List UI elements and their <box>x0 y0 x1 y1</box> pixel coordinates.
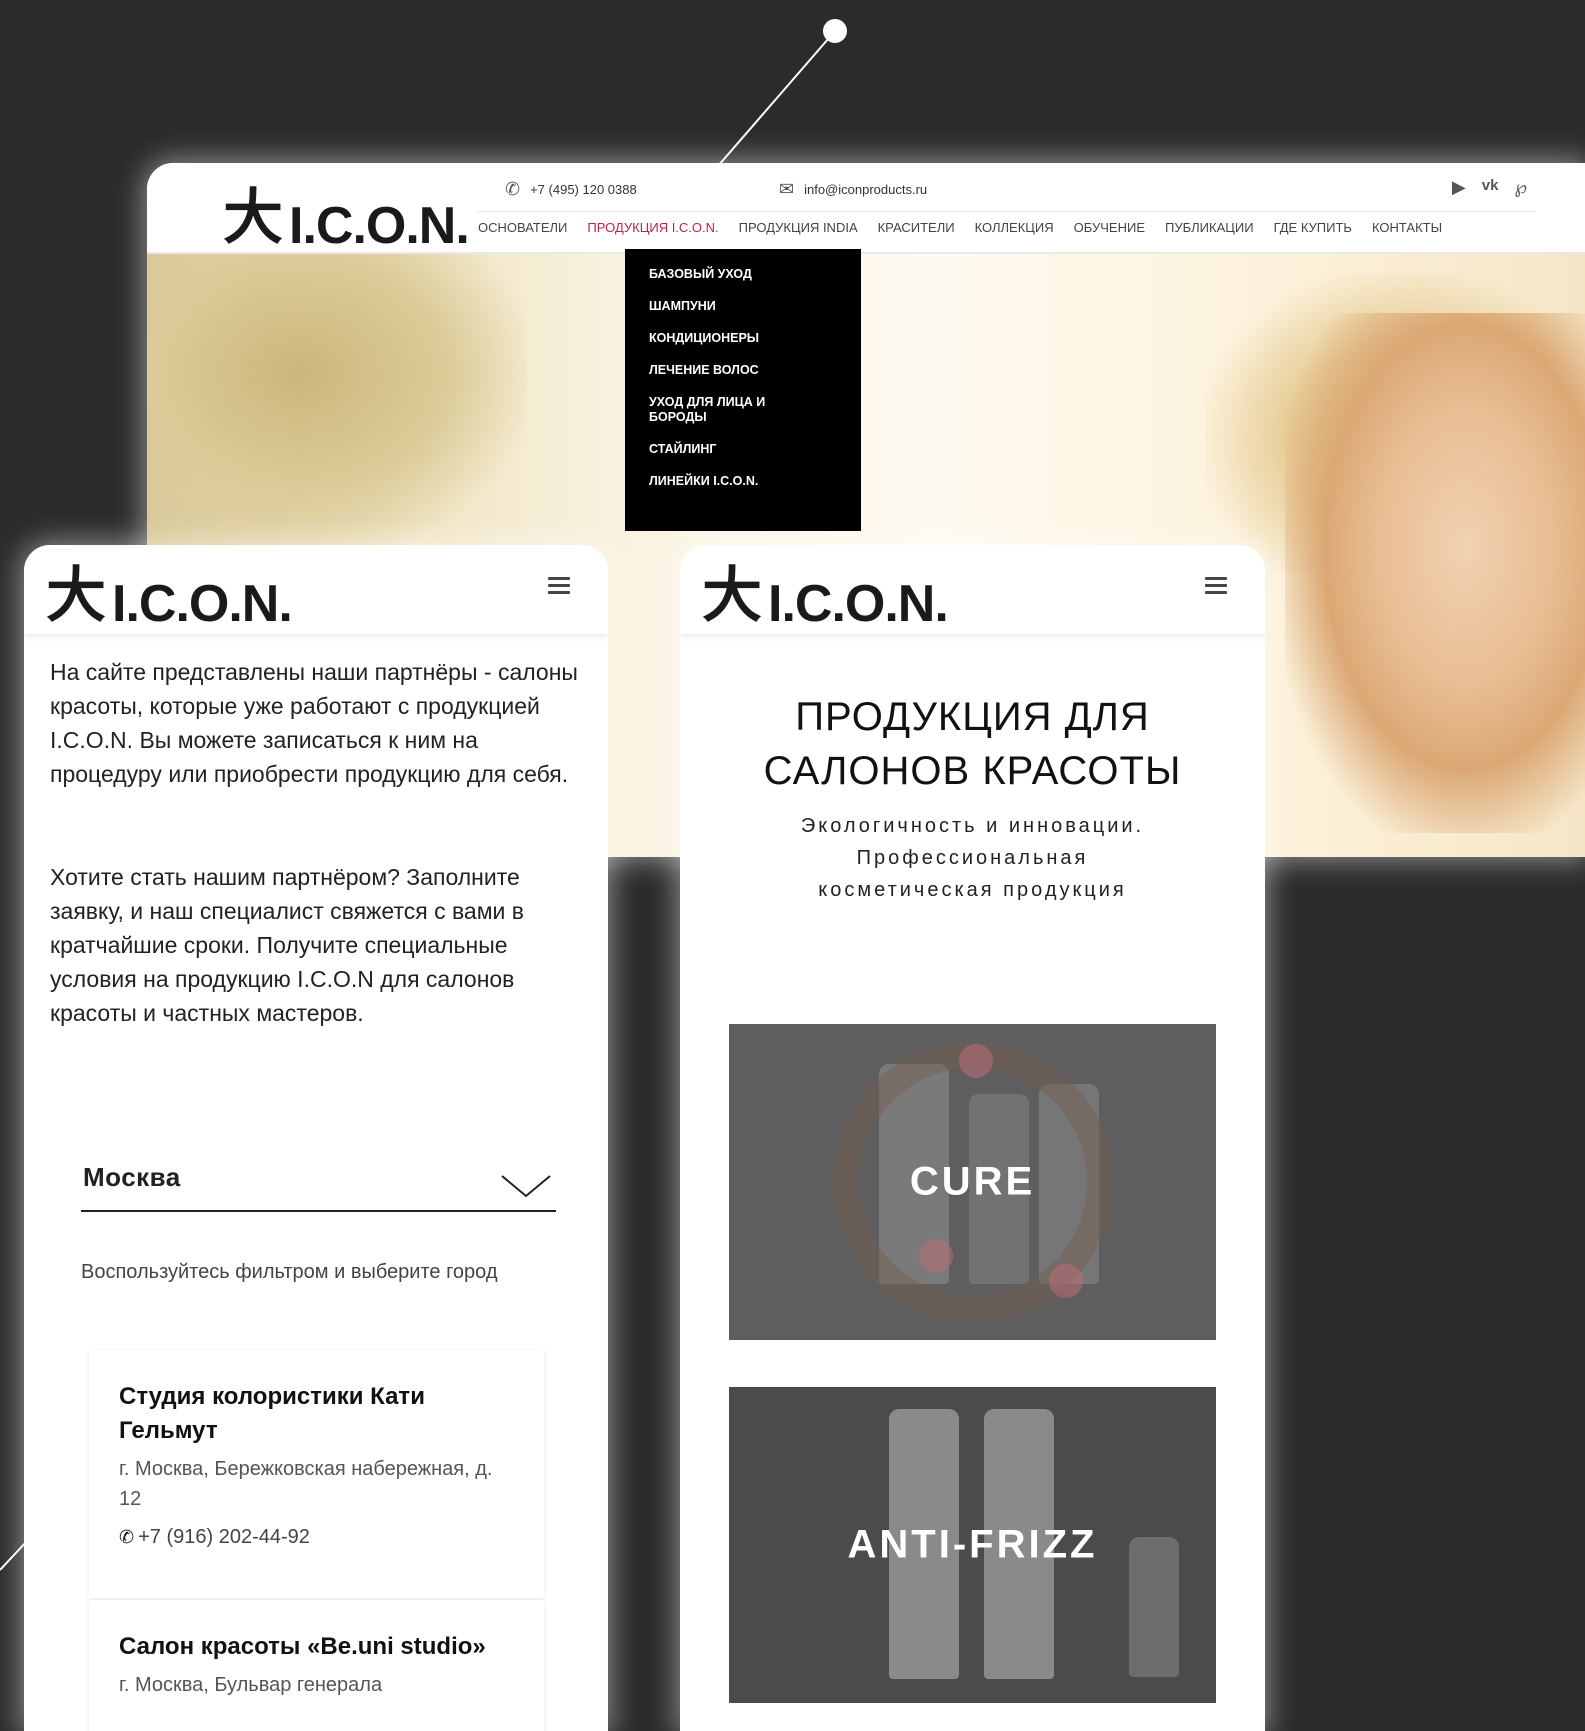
nav-where-to-buy[interactable]: ГДЕ КУПИТЬ <box>1274 220 1352 235</box>
collection-tile-cure[interactable]: CURE <box>729 1024 1216 1340</box>
dropdown-item-conditioners[interactable]: КОНДИЦИОНЕРЫ <box>649 331 861 346</box>
header-phone[interactable]: ✆ +7 (495) 120 0388 <box>505 179 637 200</box>
salon-phone-number: +7 (916) 202-44-92 <box>138 1526 310 1548</box>
logo-wordmark: I.C.O.N. <box>768 575 949 633</box>
mobile-partners-screen: 大 I.C.O.N. На сайте представлены наши па… <box>24 545 608 1731</box>
header-divider <box>477 211 1535 212</box>
page-subtitle: Экологичность и инновации. Профессиональ… <box>680 810 1265 906</box>
logo-wordmark: I.C.O.N. <box>112 575 293 633</box>
city-select[interactable]: Москва <box>81 1150 556 1212</box>
header-bottom-line <box>147 252 1585 254</box>
dropdown-item-shampoos[interactable]: ШАМПУНИ <box>649 299 861 314</box>
desktop-header: 大 I.C.O.N. ✆ +7 (495) 120 0388 ✉ info@ic… <box>147 163 1585 256</box>
flower-decoration <box>959 1044 993 1078</box>
nav-founders[interactable]: ОСНОВАТЕЛИ <box>478 220 567 235</box>
phone-icon: ✆ <box>119 1527 135 1547</box>
nav-contacts[interactable]: КОНТАКТЫ <box>1372 220 1442 235</box>
mobile-header: 大 I.C.O.N. <box>24 545 608 634</box>
nav-icon-products[interactable]: ПРОДУКЦИЯ I.C.O.N. <box>587 220 718 235</box>
flower-decoration <box>919 1239 953 1273</box>
page-title-text: ПРОДУКЦИЯ ДЛЯ САЛОНОВ КРАСОТЫ <box>763 695 1182 793</box>
social-links: ▶ vk ℘ <box>1452 177 1527 198</box>
partnership-cta-text: Хотите стать нашим партнёром? Заполните … <box>50 864 524 1026</box>
salon-address: г. Москва, Бережковская набережная, д. 1… <box>119 1458 493 1510</box>
nav-dyes[interactable]: КРАСИТЕЛИ <box>878 220 955 235</box>
menu-icon[interactable] <box>548 577 570 598</box>
logo[interactable]: 大 I.C.O.N. <box>702 547 949 634</box>
hero-face <box>1285 313 1585 833</box>
salon-address: г. Москва, Бульвар генерала <box>119 1674 383 1696</box>
filter-hint: Воспользуйтесь фильтром и выберите город <box>81 1261 498 1283</box>
logo-wordmark: I.C.O.N. <box>289 197 470 255</box>
hero-hair-left <box>147 253 527 553</box>
nav-collection[interactable]: КОЛЛЕКЦИЯ <box>975 220 1054 235</box>
dropdown-item-basic-care[interactable]: БАЗОВЫЙ УХОД <box>649 267 861 282</box>
page-title: ПРОДУКЦИЯ ДЛЯ САЛОНОВ КРАСОТЫ <box>680 690 1265 798</box>
products-dropdown-menu: БАЗОВЫЙ УХОД ШАМПУНИ КОНДИЦИОНЕРЫ ЛЕЧЕНИ… <box>625 249 861 531</box>
salon-name: Студия колористики Кати Гельмут <box>119 1383 425 1444</box>
collection-title: ANTI-FRIZZ <box>847 1522 1098 1567</box>
page-subtitle-text: Экологичность и инновации. Профессиональ… <box>800 815 1145 901</box>
flower-decoration <box>1049 1264 1083 1298</box>
logo-mark: 大 <box>46 561 106 631</box>
header-email[interactable]: ✉ info@iconproducts.ru <box>779 179 927 200</box>
nav-education[interactable]: ОБУЧЕНИЕ <box>1074 220 1145 235</box>
menu-icon[interactable] <box>1205 577 1227 598</box>
nav-india-products[interactable]: ПРОДУКЦИЯ INDIA <box>739 220 858 235</box>
salon-card[interactable]: Студия колористики Кати Гельмут г. Москв… <box>89 1350 544 1598</box>
dropdown-item-lines[interactable]: ЛИНЕЙКИ I.C.O.N. <box>649 474 861 489</box>
logo[interactable]: 大 I.C.O.N. <box>223 169 470 256</box>
logo-mark: 大 <box>223 183 283 253</box>
main-nav: ОСНОВАТЕЛИ ПРОДУКЦИЯ I.C.O.N. ПРОДУКЦИЯ … <box>478 220 1462 235</box>
chevron-down-icon <box>501 1175 551 1198</box>
city-select-value: Москва <box>83 1162 181 1192</box>
collection-tile-anti-frizz[interactable]: ANTI-FRIZZ <box>729 1387 1216 1703</box>
vk-icon[interactable]: vk <box>1482 177 1499 198</box>
email-address: info@iconproducts.ru <box>804 182 928 197</box>
mobile-products-screen: 大 I.C.O.N. ПРОДУКЦИЯ ДЛЯ САЛОНОВ КРАСОТЫ… <box>680 545 1265 1731</box>
phone-icon: ✆ <box>505 179 521 199</box>
dropdown-item-styling[interactable]: СТАЙЛИНГ <box>649 442 861 457</box>
nav-publications[interactable]: ПУБЛИКАЦИИ <box>1165 220 1254 235</box>
dropdown-item-hair-treatment[interactable]: ЛЕЧЕНИЕ ВОЛОС <box>649 363 861 378</box>
mail-icon: ✉ <box>779 179 795 199</box>
phone-number: +7 (495) 120 0388 <box>530 182 637 197</box>
youtube-icon[interactable]: ▶ <box>1452 177 1466 198</box>
logo-mark: 大 <box>702 561 762 631</box>
mobile-header: 大 I.C.O.N. <box>680 545 1265 634</box>
salon-phone[interactable]: ✆ +7 (916) 202-44-92 <box>119 1522 514 1552</box>
pinterest-icon[interactable]: ℘ <box>1514 177 1527 198</box>
collection-title: CURE <box>909 1159 1036 1204</box>
dropdown-item-face-beard[interactable]: УХОД ДЛЯ ЛИЦА И БОРОДЫ <box>649 395 789 425</box>
partners-intro-text: На сайте представлены наши партнёры - са… <box>50 659 578 787</box>
salon-card[interactable]: Салон красоты «Be.uni studio» г. Москва,… <box>89 1600 544 1731</box>
salon-name: Салон красоты «Be.uni studio» <box>119 1633 486 1660</box>
logo[interactable]: 大 I.C.O.N. <box>46 547 293 634</box>
